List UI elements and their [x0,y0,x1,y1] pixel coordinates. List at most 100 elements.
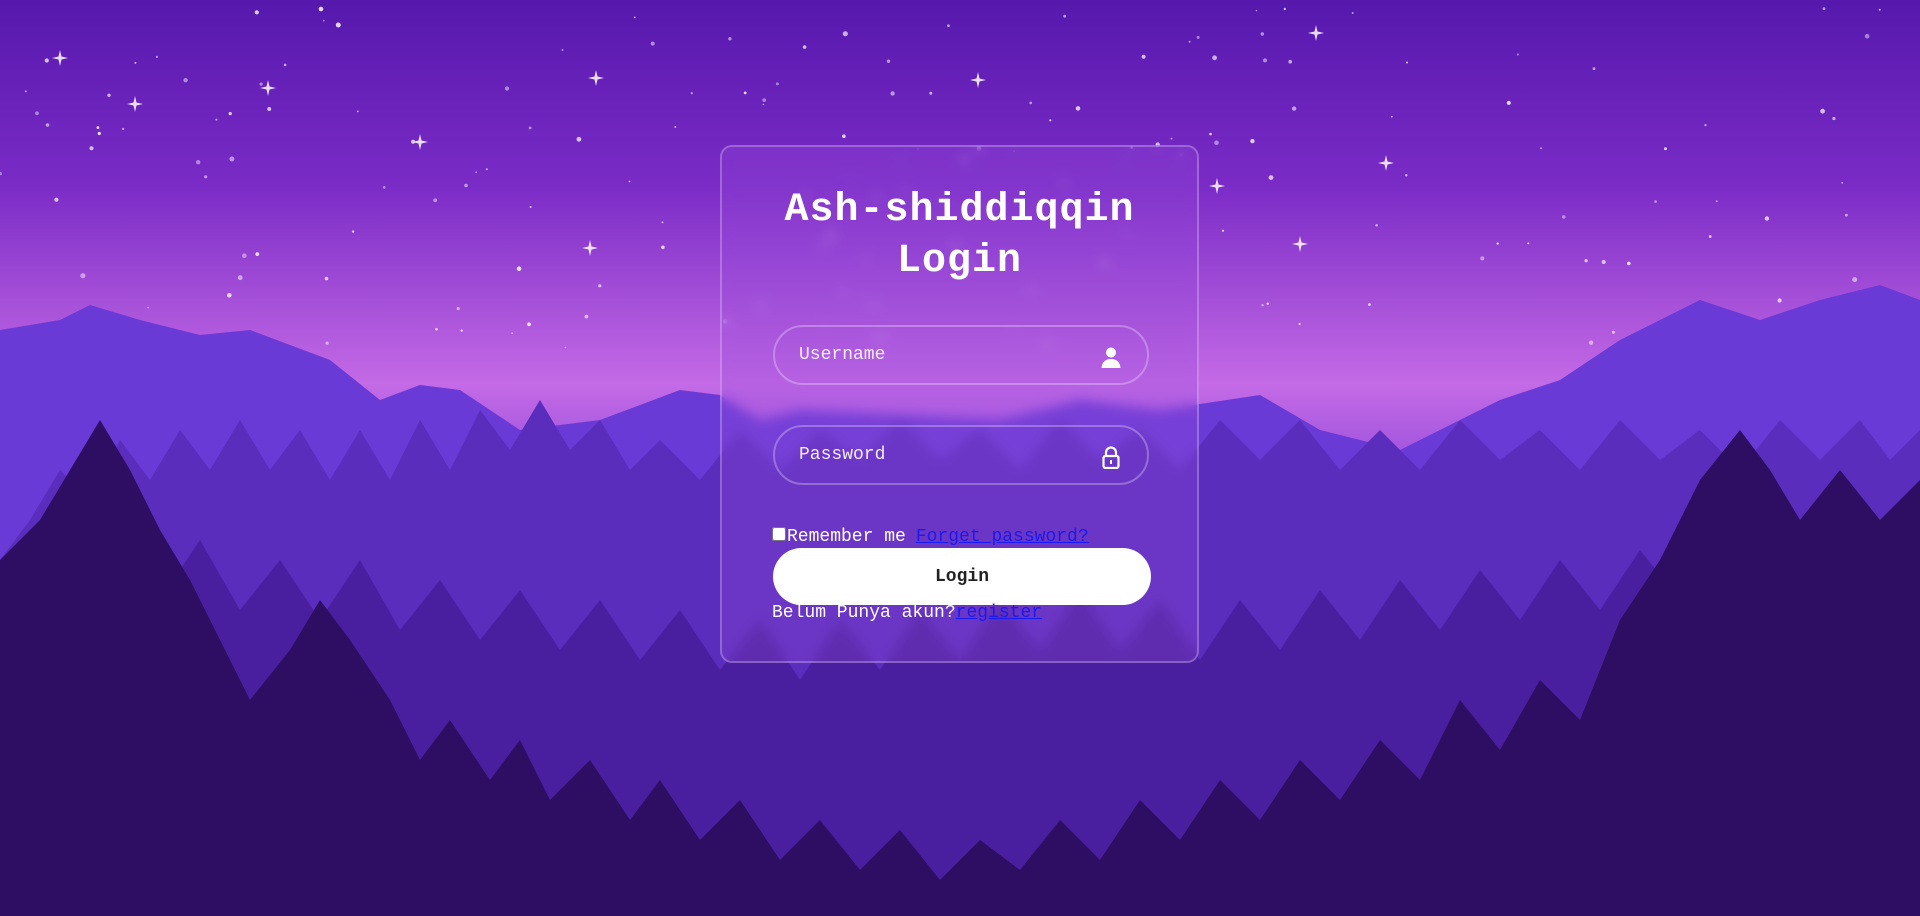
star [1268,175,1274,181]
password-input[interactable] [775,427,1147,483]
star [204,175,208,179]
star [1368,303,1371,306]
star [1298,322,1301,326]
star [1588,340,1594,345]
star [318,6,324,12]
star [254,10,259,15]
star [215,118,218,121]
star [1141,54,1146,59]
username-input[interactable] [775,327,1147,383]
star [147,306,150,309]
star [1841,182,1844,184]
star [762,98,767,102]
star [1188,40,1191,43]
star [650,41,655,46]
star [35,111,39,116]
star [504,86,510,91]
star [527,322,531,327]
star [1255,9,1258,12]
star [1527,242,1530,245]
star [1212,55,1217,61]
star [1820,108,1825,114]
star [511,332,513,335]
star [475,171,477,174]
title-line-1: Ash-shiddiqqin [784,188,1135,233]
star [351,230,355,233]
login-card: Ash-shiddiqqin Login Remember me Forget … [720,145,1199,663]
star [1592,67,1596,70]
star [24,90,27,93]
star [1063,14,1067,18]
star [1390,115,1393,118]
star [1715,200,1718,203]
star [121,127,125,131]
star [661,245,665,250]
star [1562,215,1566,219]
login-button[interactable]: Login [773,548,1151,605]
star [325,341,329,345]
star [1878,8,1881,11]
star [1777,298,1782,303]
star [947,24,950,28]
star [1832,116,1836,121]
star [674,126,677,128]
star [196,160,201,165]
star [929,91,933,95]
star [80,273,86,279]
star [1704,123,1707,127]
star [155,55,158,59]
star [842,31,848,37]
register-row: Belum Punya akun?register [772,603,1042,623]
lock-icon [1102,446,1120,469]
star [1291,106,1297,111]
star [890,91,895,96]
star [1283,7,1287,11]
remember-label: Remember me [787,527,906,547]
star [598,284,602,288]
star [45,123,50,127]
star [564,346,567,349]
password-field [773,425,1149,485]
star [728,37,732,41]
star [1864,33,1870,39]
star [762,103,765,106]
remember-forgot-row: Remember me Forget password? [772,523,1089,547]
star [255,252,260,256]
star [584,314,589,319]
login-page: Ash-shiddiqqin Login Remember me Forget … [0,0,1920,916]
star [576,136,582,142]
register-link[interactable]: register [956,603,1042,623]
star [516,266,522,272]
star [1029,101,1033,105]
star [382,186,386,189]
star [1627,261,1631,266]
star [183,78,188,83]
star [1852,277,1858,283]
star [1221,229,1225,232]
star [1375,224,1378,227]
star [335,22,341,28]
star [97,131,101,136]
star [324,276,329,281]
star [356,110,359,113]
star [134,61,137,64]
star [89,146,94,151]
star [775,82,779,86]
star [456,307,460,311]
star [529,206,532,208]
star [842,134,846,138]
remember-checkbox[interactable] [772,527,786,541]
star [690,92,693,95]
star [1266,302,1270,305]
star [561,49,564,51]
star [1540,147,1542,150]
star [485,168,488,171]
star [1664,147,1667,151]
star [433,198,438,203]
forgot-password-link[interactable]: Forget password? [916,527,1089,547]
username-field [773,325,1149,385]
star [1506,100,1511,105]
login-title: Ash-shiddiqqin Login [722,185,1197,287]
star [1263,58,1267,63]
star [237,275,243,281]
